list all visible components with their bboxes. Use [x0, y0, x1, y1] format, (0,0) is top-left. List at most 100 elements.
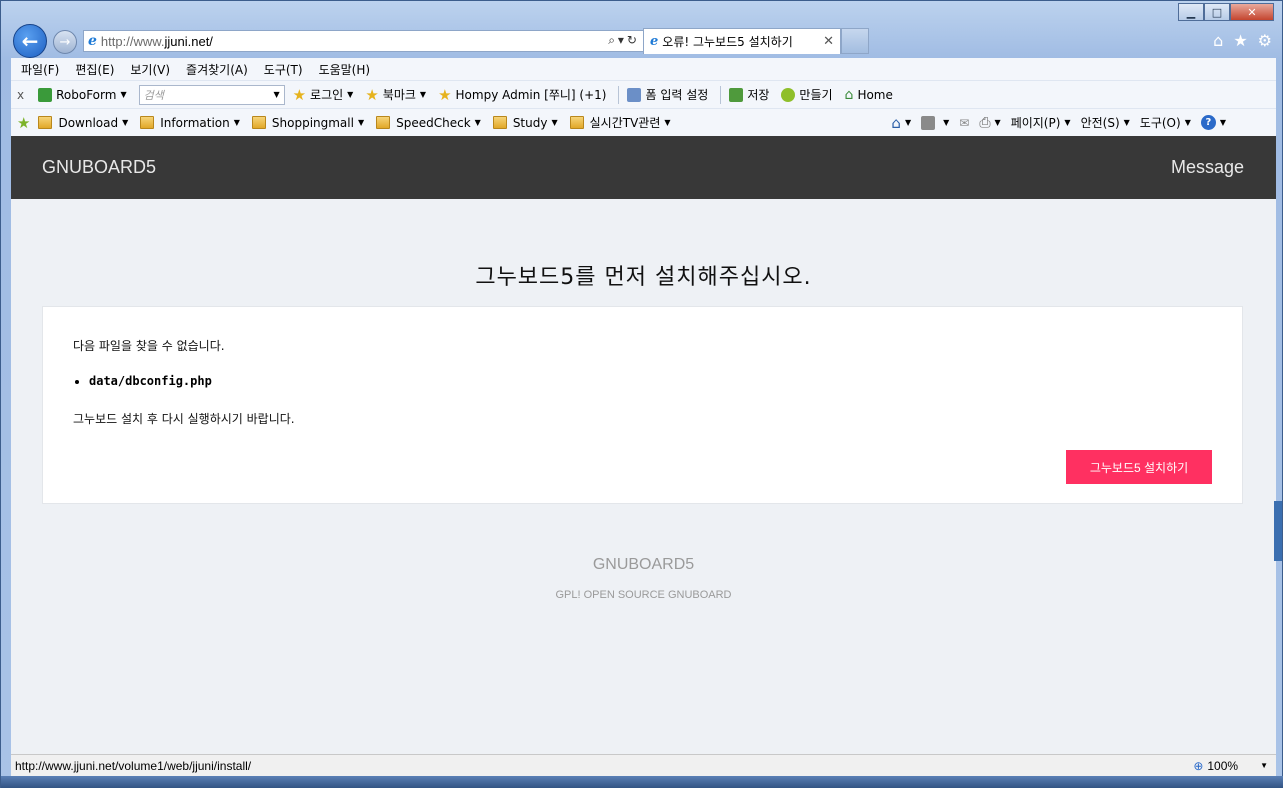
folder-icon: [38, 116, 53, 129]
chevron-down-icon: ▼: [1064, 118, 1071, 127]
roboform-toolbar: x RoboForm ▼ 검색 ▼ ★ 로그인 ▼ ★ 북마크 ▼ ★ Hompy A…: [11, 80, 1276, 108]
zoom-magnifier-icon: ⊕: [1193, 758, 1204, 773]
favorites-star-icon[interactable]: ★: [1233, 31, 1247, 50]
forward-button[interactable]: →: [53, 30, 77, 54]
mail-command[interactable]: ✉: [959, 116, 969, 130]
close-window-button[interactable]: ✕: [1230, 3, 1274, 21]
chevron-down-icon: ▼: [1219, 118, 1226, 127]
make-button[interactable]: 만들기: [781, 86, 833, 103]
toolbar-close-button[interactable]: x: [17, 88, 24, 102]
fav-folder-live-tv[interactable]: 실시간TV관련 ▼: [569, 114, 671, 131]
tools-menu[interactable]: 도구(O) ▼: [1140, 114, 1191, 131]
tab-active[interactable]: e 오류! 그누보드5 설치하기 ✕: [643, 28, 841, 54]
chevron-down-icon: ▼: [904, 118, 912, 127]
folder-icon: [492, 116, 507, 129]
chevron-down-icon: ▼: [994, 118, 1001, 127]
tab-ie-icon: e: [650, 34, 659, 49]
home-icon[interactable]: ⌂: [1213, 31, 1223, 50]
printer-icon: ⎙: [979, 114, 991, 131]
address-url[interactable]: http://www.jjuni.net/: [101, 34, 213, 49]
zoom-level: 100%: [1207, 758, 1239, 773]
install-notice-card: 다음 파일을 찾을 수 없습니다. data/dbconfig.php 그누보드…: [42, 306, 1243, 504]
print-command[interactable]: ⎙ ▼: [979, 115, 1000, 131]
tab-close-icon[interactable]: ✕: [823, 34, 834, 49]
missing-file-list: data/dbconfig.php: [89, 374, 1212, 388]
safety-menu[interactable]: 안전(S) ▼: [1081, 114, 1130, 131]
chevron-down-icon: ▼: [233, 118, 240, 127]
forward-arrow-icon: →: [59, 34, 71, 50]
save-button[interactable]: 저장: [729, 86, 769, 103]
rss-icon: [921, 115, 936, 130]
page-viewport: GNUBOARD5 Message 그누보드5를 먼저 설치해주십시오. 다음 …: [11, 136, 1276, 754]
fav-folder-download[interactable]: Download ▼: [38, 116, 128, 130]
chevron-down-icon[interactable]: ▼: [1260, 761, 1268, 770]
site-header: GNUBOARD5 Message: [11, 136, 1276, 199]
menu-bar: 파일(F) 편집(E) 보기(V) 즐겨찾기(A) 도구(T) 도움말(H): [11, 58, 1276, 80]
status-url: http://www.jjuni.net/volume1/web/jjuni/i…: [15, 758, 252, 773]
menu-favorites[interactable]: 즐겨찾기(A): [186, 61, 248, 78]
zoom-control[interactable]: ⊕ 100% ▼: [1193, 759, 1268, 773]
message-link[interactable]: Message: [1171, 157, 1244, 178]
browser-command-icons: ⌂ ★ ⚙: [1213, 31, 1272, 50]
new-tab-button[interactable]: [841, 28, 869, 54]
chevron-down-icon: ▼: [664, 118, 671, 127]
folder-icon: [376, 116, 391, 129]
roboform-search-input[interactable]: 검색 ▼: [138, 84, 285, 105]
ie-logo-icon: e: [88, 33, 97, 49]
toolbar-separator: [720, 85, 722, 104]
fav-folder-study[interactable]: Study ▼: [492, 116, 558, 130]
toolbar-separator: [618, 85, 620, 104]
minimize-button[interactable]: ▁: [1178, 3, 1204, 21]
bookmark-star-icon: ★: [365, 85, 379, 104]
notice-text: 다음 파일을 찾을 수 없습니다.: [73, 339, 225, 353]
folder-icon: [140, 116, 155, 129]
menu-view[interactable]: 보기(V): [130, 61, 170, 78]
bookmark-menu[interactable]: ★ 북마크 ▼: [365, 86, 426, 104]
page-menu[interactable]: 페이지(P) ▼: [1011, 114, 1071, 131]
favorites-add-star-icon[interactable]: ★: [17, 114, 30, 132]
home-command[interactable]: ⌂ ▼: [891, 114, 911, 132]
address-bar[interactable]: e http://www.jjuni.net/ ⌕▾↻: [83, 30, 645, 52]
chevron-down-icon: ▼: [120, 90, 127, 99]
chevron-down-icon: ▼: [347, 90, 354, 99]
status-bar: http://www.jjuni.net/volume1/web/jjuni/i…: [11, 754, 1276, 776]
menu-tools[interactable]: 도구(T): [264, 61, 303, 78]
maximize-button[interactable]: □: [1204, 3, 1230, 21]
chevron-down-icon: ▼: [357, 118, 365, 127]
hompy-admin-link[interactable]: ★ Hompy Admin [쭈니] (+1): [438, 86, 606, 104]
chevron-down-icon: ▼: [474, 118, 481, 127]
install-gnuboard-button[interactable]: 그누보드5 설치하기: [1066, 450, 1212, 484]
feeds-command[interactable]: ▼: [921, 115, 949, 130]
chevron-down-icon: ▼: [551, 118, 558, 127]
chevron-down-icon[interactable]: ▼: [273, 90, 279, 99]
help-menu[interactable]: ? ▼: [1200, 115, 1226, 130]
chevron-down-icon: ▼: [1184, 118, 1191, 127]
form-settings-button[interactable]: 폼 입력 설정: [627, 86, 708, 103]
folder-icon: [569, 116, 584, 129]
menu-help[interactable]: 도움말(H): [319, 61, 371, 78]
footer-brand: GNUBOARD5: [592, 556, 695, 573]
menu-file[interactable]: 파일(F): [21, 61, 59, 78]
gear-icon[interactable]: ⚙: [1258, 31, 1272, 50]
taskbar-strip: [1, 776, 1283, 788]
menu-edit[interactable]: 편집(E): [75, 61, 114, 78]
instruction-text: 그누보드 설치 후 다시 실행하시기 바랍니다.: [73, 412, 295, 426]
window-caption-buttons: ▁ □ ✕: [1178, 3, 1274, 21]
form-card-icon: [627, 87, 642, 102]
command-bar: ⌂ ▼ ▼ ✉ ⎙ ▼ 페이지(P) ▼ 안전(S) ▼ 도구(O) ▼ ? ▼: [891, 114, 1236, 132]
fav-folder-information[interactable]: Information ▼: [140, 116, 240, 130]
lightning-icon: [781, 87, 796, 102]
fav-folder-shoppingmall[interactable]: Shoppingmall ▼: [251, 116, 365, 130]
site-brand[interactable]: GNUBOARD5: [42, 157, 156, 178]
login-menu[interactable]: ★ 로그인 ▼: [293, 86, 354, 104]
fav-folder-speedcheck[interactable]: SpeedCheck ▼: [376, 116, 481, 130]
home-icon: ⌂: [891, 113, 901, 132]
roboform-menu[interactable]: RoboForm ▼: [38, 87, 127, 102]
back-button[interactable]: ←: [13, 24, 47, 58]
address-search-refresh-icons[interactable]: ⌕▾↻: [608, 33, 640, 48]
missing-file-item: data/dbconfig.php: [89, 374, 1212, 388]
tab-title: 오류! 그누보드5 설치하기: [662, 35, 793, 49]
home-link[interactable]: ⌂ Home: [845, 87, 893, 103]
roboform-icon: [38, 87, 53, 102]
help-icon: ?: [1200, 115, 1216, 130]
